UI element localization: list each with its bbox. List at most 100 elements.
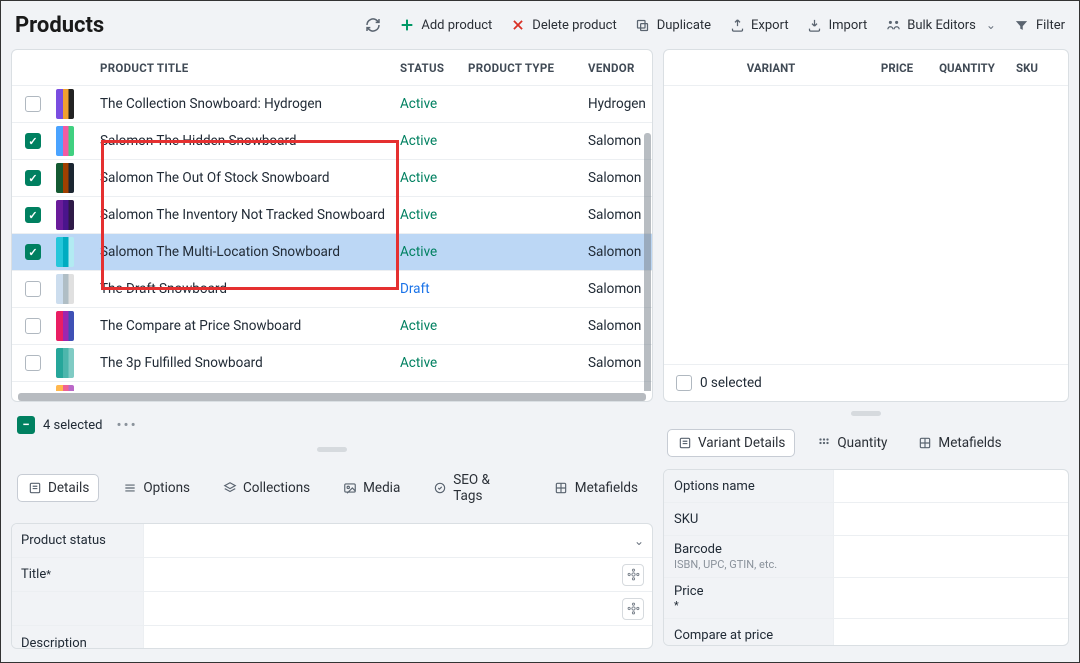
variant-select-all-checkbox[interactable] [676,375,692,391]
product-title: Salomon The Hidden Snowboard [98,133,400,149]
tab-media-label: Media [363,480,400,496]
field-product-status-value[interactable]: ⌄ [144,530,652,552]
product-status: Draft [400,281,468,297]
product-title: Salomon The Inventory Not Tracked Snowbo… [98,207,400,223]
import-button[interactable]: Import [807,17,868,33]
column-title[interactable]: PRODUCT TITLE [98,61,400,75]
more-actions-button[interactable]: ••• [116,416,137,434]
metafields-icon [554,481,569,496]
row-checkbox[interactable] [25,133,41,149]
tab-variant-metafields-label: Metafields [938,435,1001,451]
filter-button[interactable]: Filter [1014,17,1065,33]
collections-icon [222,481,237,496]
duplicate-button[interactable]: Duplicate [635,17,711,33]
table-row[interactable]: The Compare at Price Snowboard Active Sa… [12,308,652,345]
filter-label: Filter [1036,18,1065,33]
export-label: Export [751,18,789,33]
column-variant[interactable]: VARIANT [680,61,862,75]
detail-panel: Product status ⌄ Title [11,523,653,649]
tab-quantity-label: Quantity [837,435,887,451]
row-checkbox[interactable] [25,281,41,297]
tab-collections[interactable]: Collections [213,475,319,501]
refresh-icon [365,17,381,33]
product-thumbnail [56,163,74,193]
tab-variant-details[interactable]: Variant Details [667,429,795,457]
export-button[interactable]: Export [729,17,789,33]
product-thumbnail [56,200,74,230]
column-type[interactable]: PRODUCT TYPE [468,61,588,75]
tab-variant-details-label: Variant Details [698,435,785,451]
export-icon [729,17,745,33]
quantity-icon [816,436,831,451]
tab-seo[interactable]: SEO & Tags [423,467,530,509]
table-row[interactable]: The Collection Snowboard: Hydrogen Activ… [12,86,652,123]
table-row[interactable]: The Draft Snowboard Draft Salomon [12,271,652,308]
ai-suggest-title-button[interactable] [622,564,644,586]
vfield-barcode-value[interactable] [834,536,1068,577]
column-price[interactable]: PRICE [862,61,932,75]
resize-handle[interactable] [317,447,347,452]
product-vendor: Salomon [588,133,648,149]
row-checkbox[interactable] [25,355,41,371]
resize-handle-right[interactable] [851,411,881,416]
tab-quantity[interactable]: Quantity [807,429,896,457]
variant-details-icon [677,436,692,451]
product-status: Active [400,96,468,112]
add-product-button[interactable]: Add product [399,17,492,33]
row-checkbox[interactable] [25,244,41,260]
delete-product-button[interactable]: Delete product [510,17,616,33]
variant-fields-panel: Options name SKU Barcode ISBN, UPC, GTIN… [663,469,1069,646]
vfield-sku-value[interactable] [834,503,1068,535]
tab-options[interactable]: Options [113,475,199,501]
chevron-down-icon: ⌄ [986,18,996,32]
table-row[interactable]: Salomon The Hidden Snowboard Active Salo… [12,123,652,160]
row-checkbox[interactable] [25,318,41,334]
table-row[interactable]: Salomon The Multi-Location Snowboard Act… [12,234,652,271]
refresh-button[interactable] [365,17,381,33]
column-status[interactable]: STATUS [400,61,468,75]
import-label: Import [829,18,868,33]
product-thumbnail [56,385,74,391]
column-sku[interactable]: SKU [1002,61,1052,75]
row-checkbox[interactable] [25,170,41,186]
variant-tabs: Variant Details Quantity Metafields [663,425,1069,461]
seo-icon [432,481,447,496]
product-thumbnail [56,237,74,267]
row-checkbox[interactable] [25,96,41,112]
row-checkbox[interactable] [25,207,41,223]
product-vendor: Hydrogen [588,96,648,112]
tab-details[interactable]: Details [17,474,99,502]
select-all-checkbox[interactable]: − [17,416,35,434]
tab-variant-metafields[interactable]: Metafields [908,429,1010,457]
duplicate-label: Duplicate [657,18,711,33]
ai-suggest-button[interactable] [622,598,644,620]
bulk-editors-button[interactable]: Bulk Editors ⌄ [885,17,996,33]
tab-details-label: Details [48,480,89,496]
product-title: The Compare at Price Snowboard [98,318,400,334]
horizontal-scrollbar[interactable] [18,393,646,401]
vfield-price-value[interactable] [834,578,1068,618]
field-title-value[interactable] [144,560,652,590]
vertical-scrollbar[interactable] [644,133,651,391]
vfield-options-name-value[interactable] [834,470,1068,502]
table-row[interactable]: Salomon The Out Of Stock Snowboard Activ… [12,160,652,197]
detail-tabs: Details Options Collections Media SEO & … [11,461,653,515]
field-description-value[interactable] [144,639,652,647]
table-row[interactable]: Salomon The Inventory Not Tracked Snowbo… [12,197,652,234]
toolbar: Add product Delete product Duplicate Exp… [365,17,1065,33]
plus-icon [399,17,415,33]
tab-metafields[interactable]: Metafields [545,475,647,501]
field-title-value-2[interactable] [144,594,652,624]
filter-icon [1014,17,1030,33]
column-vendor[interactable]: VENDOR [588,61,648,75]
tab-media[interactable]: Media [333,475,409,501]
duplicate-icon [635,17,651,33]
column-quantity[interactable]: QUANTITY [932,61,1002,75]
table-row[interactable]: The 3p Fulfilled Snowboard Active Salomo… [12,345,652,382]
selection-count: 4 selected [43,418,102,433]
bulk-editors-label: Bulk Editors [907,18,976,33]
product-status: Active [400,355,468,371]
table-row[interactable]: The Multi-managed Snowboard Active Salom… [12,382,652,391]
vfield-compare-value[interactable] [834,619,1068,646]
product-vendor: Salomon [588,244,648,260]
